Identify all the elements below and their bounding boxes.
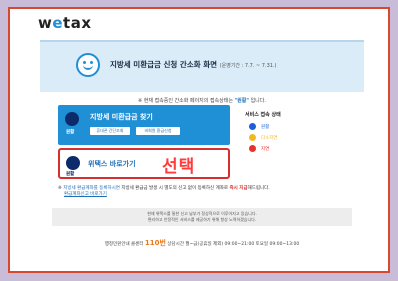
warn-middle-text: 지방세 환급금 발생 시 별도의 신고 없이 등록하신 계좌로 [121, 186, 229, 191]
warn-blue-text: 지방세 환급계좌를 등록하시면 [63, 186, 120, 191]
phone-hours: 상담시간 월~금(공휴일 제외) 09:00~21:00 토요일 09:00~1… [167, 242, 300, 247]
logo-tax: tax [63, 14, 92, 32]
phone-lookup-button[interactable]: 휴대폰 간단조회 [90, 127, 130, 135]
phone-pre: 행정민원안내 콜센터 [104, 242, 144, 247]
status-label: 다소지연 [261, 136, 278, 141]
status-circle-icon [66, 156, 80, 170]
yellow-dot-icon [249, 134, 256, 141]
info-line: 편리하고 안정적인 서비스를 제공하기 위해 항상 노력하겠습니다. [147, 217, 257, 222]
status-item-delayed: 지연 [245, 143, 307, 154]
status-label: 지연 [261, 147, 270, 152]
guest-refund-button[interactable]: 비회원 환급신청 [136, 127, 180, 135]
operation-period: (운영기간 : 7.7. ~ 7.31.) [219, 63, 277, 69]
service-info-box: 현재 위택스를 통한 신고 납부가 정상적으로 이루어지고 있습니다. 편리하고… [52, 208, 352, 226]
status-circle-icon [65, 112, 79, 126]
status-item-slow: 다소지연 [245, 132, 307, 143]
refund-account-link[interactable]: 환급계좌신고 바로가기 [64, 192, 107, 198]
warn-end-text: 해드립니다. [247, 186, 270, 191]
logo-w: w [38, 14, 53, 32]
blue-dot-icon [249, 123, 256, 130]
call-center-info: 행정민원안내 콜센터 110번 상담시간 월~금(공휴일 제외) 09:00~2… [40, 238, 364, 248]
warn-star: ※ [58, 186, 62, 191]
page-title: 지방세 미환급금 신청 간소화 화면 (운영기간 : 7.7. ~ 7.31.) [110, 59, 276, 70]
warn-red-text: 즉시 지급 [229, 186, 248, 191]
notice-pre: ※ 현재 접속중인 간소화 페이지의 접속상태는 [138, 98, 233, 104]
wetax-shortcut-title: 위택스 바로가기 [88, 160, 136, 168]
status-title: 서비스 접속 상태 [245, 112, 281, 118]
wetax-status-label: 원활 [66, 172, 75, 177]
status-label: 원활 [261, 125, 270, 130]
header-banner: 지방세 미환급금 신청 간소화 화면 (운영기간 : 7.7. ~ 7.31.) [40, 40, 364, 92]
wetax-shortcut-panel[interactable]: 원활 위택스 바로가기 선택 [58, 148, 230, 179]
page-frame: wetax 지방세 미환급금 신청 간소화 화면 (운영기간 : 7.7. ~ … [8, 7, 390, 273]
connection-notice: ※ 현재 접속중인 간소화 페이지의 접속상태는 "원활" 입니다. [40, 97, 364, 104]
smile-icon [76, 53, 100, 77]
service-status-legend: 서비스 접속 상태 원활 다소지연 지연 [245, 111, 307, 154]
refund-search-panel[interactable]: 원활 지방세 미환급금 찾기 휴대폰 간단조회 비회원 환급신청 [58, 105, 230, 145]
main-content: 지방세 미환급금 신청 간소화 화면 (운영기간 : 7.7. ~ 7.31.)… [40, 40, 364, 268]
banner-title-text: 지방세 미환급금 신청 간소화 화면 [110, 60, 218, 69]
refund-account-notice: ※ 지방세 환급계좌를 등록하시면 지방세 환급금 발생 시 별도의 신고 없이… [58, 186, 358, 198]
phone-number: 110번 [144, 239, 166, 247]
wetax-logo[interactable]: wetax [38, 14, 92, 32]
logo-e: e [52, 14, 64, 32]
notice-status: "원활" [234, 98, 249, 104]
notice-post: 입니다. [250, 98, 266, 104]
status-item-smooth: 원활 [245, 121, 307, 132]
refund-status-label: 원활 [66, 130, 75, 135]
refund-title: 지방세 미환급금 찾기 [90, 113, 153, 121]
select-annotation: 선택 [162, 157, 196, 177]
red-dot-icon [249, 145, 256, 152]
